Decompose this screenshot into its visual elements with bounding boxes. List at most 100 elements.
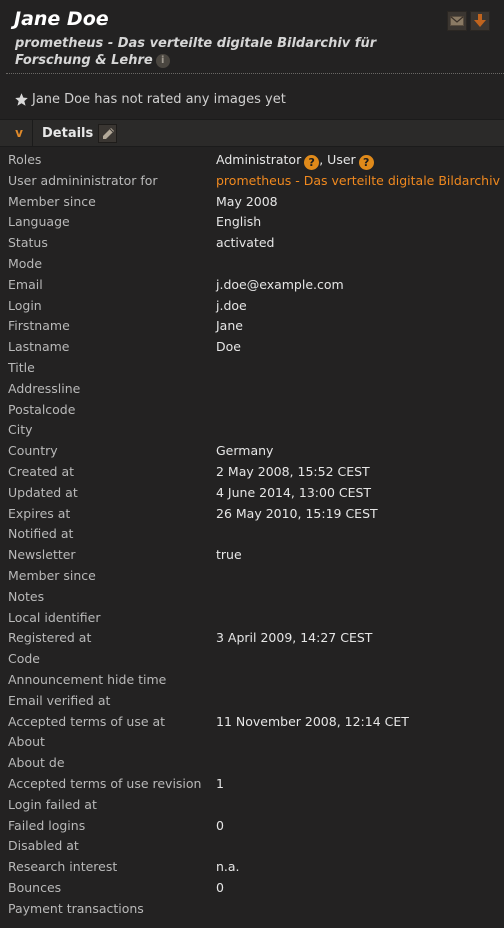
details-title: Details: [42, 126, 94, 141]
edit-details-button[interactable]: [98, 124, 117, 143]
institution-link[interactable]: prometheus - Das verteilte digitale Bild…: [216, 173, 504, 188]
detail-label: Member since: [8, 193, 96, 209]
detail-row: Bounces 0: [0, 877, 504, 898]
detail-row: Disabled at: [0, 835, 504, 856]
detail-value: true: [216, 547, 242, 563]
detail-value: 26 May 2010, 15:19 CEST: [216, 505, 378, 521]
detail-label: Status: [8, 235, 48, 251]
detail-value: 3 April 2009, 14:27 CEST: [216, 630, 373, 646]
detail-row: Lastname Doe: [0, 336, 504, 357]
detail-row-admin-for: User admininistrator for prometheus - Da…: [0, 170, 504, 191]
detail-row: Accepted terms of use revision 1: [0, 773, 504, 794]
detail-row: Expires at 26 May 2010, 15:19 CEST: [0, 503, 504, 524]
detail-row: Failed logins 0: [0, 815, 504, 836]
detail-value: 0: [216, 817, 224, 833]
detail-label: Disabled at: [8, 838, 79, 854]
detail-row: City: [0, 419, 504, 440]
detail-label: Accepted terms of use revision: [8, 775, 202, 791]
user-name: Jane Doe: [14, 8, 109, 30]
profile-header: Jane Doe prometheus - Das verteilte digi…: [0, 0, 504, 74]
detail-label: Expires at: [8, 505, 71, 521]
detail-row: Country Germany: [0, 440, 504, 461]
detail-label: Login failed at: [8, 796, 97, 812]
details-toggle-button[interactable]: v: [6, 120, 33, 146]
detail-row: Postalcode: [0, 399, 504, 420]
detail-row: Notes: [0, 586, 504, 607]
detail-label: Updated at: [8, 484, 78, 500]
header-actions: [447, 11, 490, 31]
send-mail-button[interactable]: [447, 11, 467, 31]
detail-label: Postalcode: [8, 401, 76, 417]
detail-row: Addressline: [0, 378, 504, 399]
detail-label: Newsletter: [8, 547, 76, 563]
detail-label: About: [8, 734, 45, 750]
detail-value: Administrator?, User?: [216, 152, 374, 170]
detail-label: Email verified at: [8, 692, 111, 708]
detail-label: Mode: [8, 255, 43, 271]
detail-label: Email: [8, 276, 43, 292]
detail-value: j.doe: [216, 297, 247, 313]
detail-value: 1: [216, 775, 224, 791]
role-administrator: Administrator: [216, 152, 302, 167]
detail-value: j.doe@example.com: [216, 276, 344, 292]
download-button[interactable]: [470, 11, 490, 31]
detail-row: Firstname Jane: [0, 315, 504, 336]
detail-label: Notes: [8, 588, 45, 604]
rating-text: Jane Doe has not rated any images yet: [32, 92, 286, 107]
details-list: Roles Administrator?, User? User adminin…: [0, 149, 504, 918]
mail-icon: [450, 16, 464, 26]
detail-row: Updated at 4 June 2014, 13:00 CEST: [0, 482, 504, 503]
detail-value: English: [216, 214, 262, 230]
detail-value: May 2008: [216, 193, 278, 209]
info-icon[interactable]: i: [155, 53, 170, 68]
roles-separator: ,: [319, 152, 328, 167]
detail-label: Accepted terms of use at: [8, 713, 166, 729]
detail-row: Title: [0, 357, 504, 378]
detail-label: Announcement hide time: [8, 671, 167, 687]
detail-label: Created at: [8, 463, 75, 479]
detail-row: Login j.doe: [0, 295, 504, 316]
question-icon[interactable]: ?: [358, 155, 374, 170]
detail-label: City: [8, 422, 33, 438]
detail-value: Jane: [216, 318, 243, 334]
chevron-down-icon: v: [15, 126, 23, 140]
detail-value: Germany: [216, 443, 274, 459]
detail-row: Notified at: [0, 523, 504, 544]
detail-label: About de: [8, 755, 65, 771]
detail-label: Member since: [8, 567, 96, 583]
detail-label: Bounces: [8, 879, 62, 895]
detail-row: Payment transactions: [0, 898, 504, 919]
detail-label: Notified at: [8, 526, 74, 542]
detail-row: Announcement hide time: [0, 669, 504, 690]
detail-value: prometheus - Das verteilte digitale Bild…: [216, 173, 504, 188]
detail-row: Local identifier: [0, 607, 504, 628]
detail-row: Accepted terms of use at 11 November 2008…: [0, 711, 504, 732]
download-icon: [474, 14, 486, 27]
detail-label: Research interest: [8, 859, 118, 875]
institution-title: prometheus - Das verteilte digitale Bild…: [15, 35, 395, 69]
star-icon: [15, 93, 28, 106]
detail-row: Login failed at: [0, 794, 504, 815]
detail-label: Addressline: [8, 380, 81, 396]
detail-value: 11 November 2008, 12:14 CET: [216, 713, 409, 729]
detail-label: Title: [8, 359, 35, 375]
detail-label: Roles: [8, 152, 42, 167]
question-icon[interactable]: ?: [304, 155, 320, 170]
detail-row: Registered at 3 April 2009, 14:27 CEST: [0, 627, 504, 648]
detail-label: Payment transactions: [8, 900, 144, 916]
detail-row: Research interest n.a.: [0, 856, 504, 877]
detail-row: Created at 2 May 2008, 15:52 CEST: [0, 461, 504, 482]
detail-row-roles: Roles Administrator?, User?: [0, 149, 504, 170]
institution-name: prometheus - Das verteilte digitale Bild…: [15, 36, 377, 68]
header-divider: [6, 73, 504, 74]
detail-label: Local identifier: [8, 609, 101, 625]
detail-label: Lastname: [8, 339, 70, 355]
detail-label: Language: [8, 214, 70, 230]
detail-row: Email verified at: [0, 690, 504, 711]
detail-label: Login: [8, 297, 42, 313]
detail-label: Registered at: [8, 630, 92, 646]
detail-row: Member since: [0, 565, 504, 586]
detail-value: Doe: [216, 339, 241, 355]
detail-row: About: [0, 731, 504, 752]
detail-value: 4 June 2014, 13:00 CEST: [216, 484, 372, 500]
